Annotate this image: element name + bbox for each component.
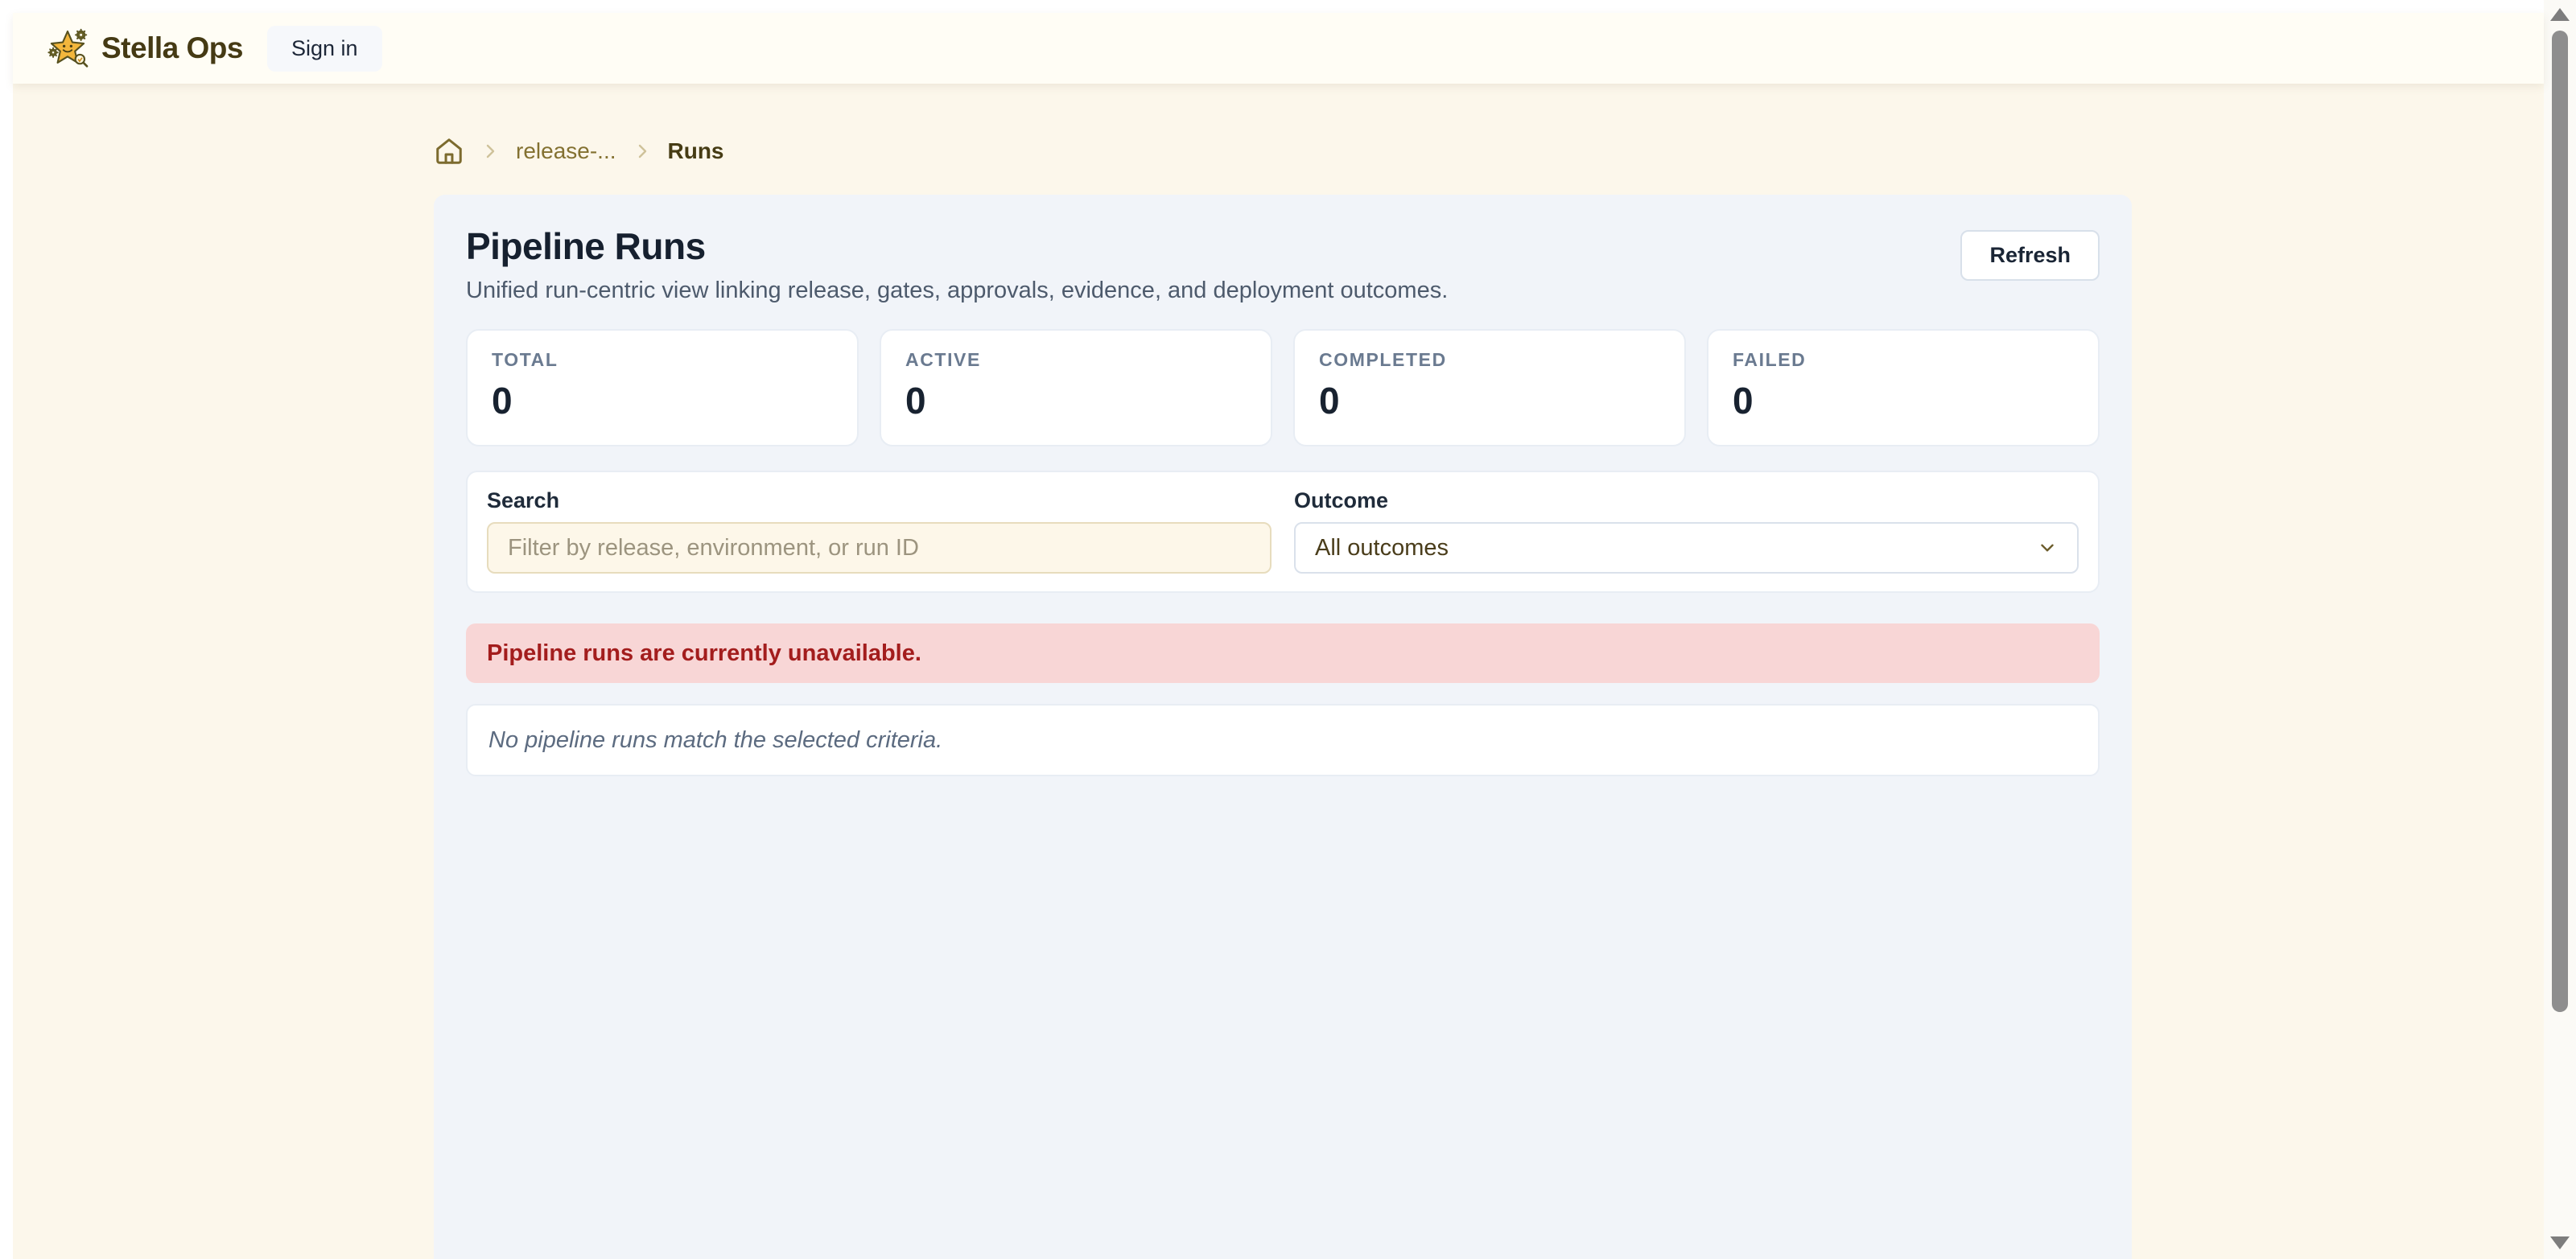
breadcrumb-current: Runs: [668, 138, 724, 164]
stat-card-total: TOTAL 0: [466, 329, 859, 446]
browser-viewport: Stella Ops Sign in release-... Runs: [0, 0, 2576, 1259]
stat-value: 0: [905, 381, 1247, 421]
search-input[interactable]: [487, 522, 1272, 574]
pipeline-runs-panel: Pipeline Runs Unified run-centric view l…: [434, 195, 2132, 1259]
empty-state: No pipeline runs match the selected crit…: [466, 704, 2100, 776]
stat-value: 0: [1319, 381, 1660, 421]
stat-value: 0: [1733, 381, 2074, 421]
error-banner-text: Pipeline runs are currently unavailable.: [487, 640, 921, 666]
home-icon[interactable]: [434, 136, 464, 167]
stat-value: 0: [492, 381, 833, 421]
outcome-selected-value: All outcomes: [1315, 535, 1449, 562]
chevron-down-icon: [2037, 537, 2058, 558]
stats-row: TOTAL 0 ACTIVE 0 COMPLETED 0 FAILED 0: [466, 329, 2100, 446]
stat-label: COMPLETED: [1319, 348, 1660, 371]
stat-label: TOTAL: [492, 348, 833, 371]
app-background: Stella Ops Sign in release-... Runs: [13, 13, 2544, 1259]
breadcrumb: release-... Runs: [434, 136, 724, 167]
stat-card-failed: FAILED 0: [1707, 329, 2100, 446]
stat-card-completed: COMPLETED 0: [1293, 329, 1686, 446]
empty-state-text: No pipeline runs match the selected crit…: [488, 727, 942, 753]
error-banner: Pipeline runs are currently unavailable.: [466, 623, 2100, 683]
chevron-right-icon: [633, 142, 652, 161]
page-title: Pipeline Runs: [466, 227, 1448, 265]
stat-label: FAILED: [1733, 348, 2074, 371]
outcome-filter-group: Outcome All outcomes: [1294, 488, 2079, 574]
search-label: Search: [487, 488, 1272, 512]
scrollbar-thumb[interactable]: [2552, 31, 2568, 1012]
stat-card-active: ACTIVE 0: [880, 329, 1272, 446]
vertical-scrollbar[interactable]: [2544, 0, 2576, 1259]
scroll-down-arrow-icon[interactable]: [2550, 1236, 2570, 1249]
filters-card: Search Outcome All outcomes: [466, 471, 2100, 593]
stat-label: ACTIVE: [905, 348, 1247, 371]
chevron-right-icon: [480, 142, 500, 161]
outcome-label: Outcome: [1294, 488, 2079, 512]
search-filter-group: Search: [487, 488, 1272, 574]
stella-ops-logo-icon: [45, 26, 90, 71]
top-header: Stella Ops Sign in: [13, 13, 2544, 84]
page-subtitle: Unified run-centric view linking release…: [466, 277, 1448, 305]
scroll-up-arrow-icon[interactable]: [2550, 8, 2570, 21]
sign-in-button[interactable]: Sign in: [267, 26, 382, 72]
outcome-select[interactable]: All outcomes: [1294, 522, 2079, 574]
panel-header: Pipeline Runs Unified run-centric view l…: [466, 227, 2100, 305]
brand-title: Stella Ops: [101, 31, 243, 65]
refresh-button[interactable]: Refresh: [1960, 230, 2100, 281]
breadcrumb-release-link[interactable]: release-...: [516, 138, 616, 164]
panel-title-block: Pipeline Runs Unified run-centric view l…: [466, 227, 1448, 305]
